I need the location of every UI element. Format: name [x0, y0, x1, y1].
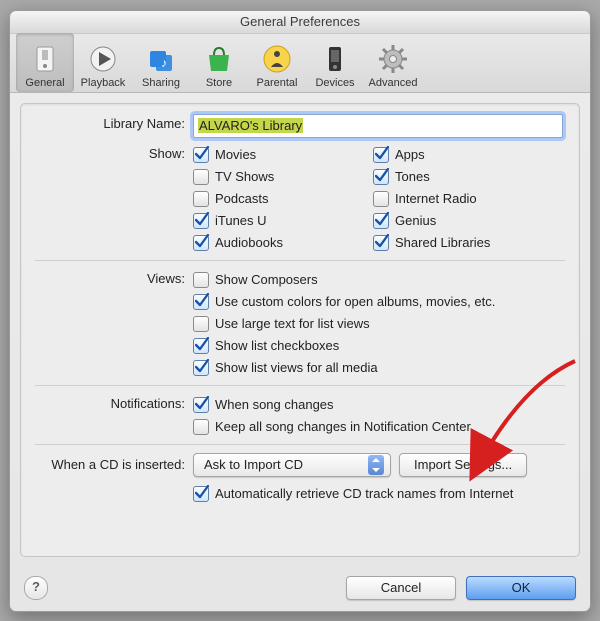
import-settings-label: Import Settings...	[414, 457, 512, 472]
cd-inserted-label: When a CD is inserted:	[35, 457, 193, 472]
tab-label: Sharing	[142, 77, 180, 89]
parental-icon	[261, 43, 293, 75]
views-show-composers-checkbox[interactable]	[193, 272, 209, 288]
views-use-large-text-for-list-views-checkbox[interactable]	[193, 316, 209, 332]
ok-label: OK	[512, 580, 531, 595]
tab-label: Playback	[81, 77, 126, 89]
show-audiobooks-checkbox[interactable]	[193, 235, 209, 251]
playback-icon	[87, 43, 119, 75]
notif-keep-all-song-changes-in-notification-center-label: Keep all song changes in Notification Ce…	[215, 419, 471, 434]
tab-store[interactable]: Store	[190, 33, 248, 92]
tab-devices[interactable]: Devices	[306, 33, 364, 92]
show-shared-libraries-checkbox[interactable]	[373, 235, 389, 251]
tab-playback[interactable]: Playback	[74, 33, 132, 92]
views-use-large-text-for-list-views-label: Use large text for list views	[215, 316, 370, 331]
views-show-list-checkboxes-checkbox[interactable]	[193, 338, 209, 354]
separator	[35, 260, 565, 261]
show-internet-radio-label: Internet Radio	[395, 191, 477, 206]
show-shared-libraries-label: Shared Libraries	[395, 235, 490, 250]
show-podcasts-label: Podcasts	[215, 191, 268, 206]
notifications-label: Notifications:	[35, 394, 193, 411]
show-label: Show:	[35, 144, 193, 161]
views-use-custom-colors-for-open-albums-movies-etc-label: Use custom colors for open albums, movie…	[215, 294, 495, 309]
tab-general[interactable]: General	[16, 33, 74, 92]
separator	[35, 444, 565, 445]
views-show-composers-label: Show Composers	[215, 272, 318, 287]
tab-label: Advanced	[369, 77, 418, 89]
tab-parental[interactable]: Parental	[248, 33, 306, 92]
show-movies-checkbox[interactable]	[193, 147, 209, 163]
cd-action-popup[interactable]: Ask to Import CD	[193, 453, 391, 477]
cancel-button[interactable]: Cancel	[346, 576, 456, 600]
tab-label: Devices	[315, 77, 354, 89]
library-name-label: Library Name:	[35, 114, 193, 131]
auto-retrieve-checkbox[interactable]	[193, 486, 209, 502]
gear-icon	[377, 43, 409, 75]
notif-keep-all-song-changes-in-notification-center-checkbox[interactable]	[193, 419, 209, 435]
cancel-label: Cancel	[381, 580, 421, 595]
show-tones-checkbox[interactable]	[373, 169, 389, 185]
sharing-icon: ♪	[145, 43, 177, 75]
tab-label: Store	[206, 77, 232, 89]
tab-advanced[interactable]: Advanced	[364, 33, 422, 92]
show-apps-checkbox[interactable]	[373, 147, 389, 163]
preferences-window: General Preferences General Playback	[9, 10, 591, 612]
tab-label: Parental	[257, 77, 298, 89]
show-itunes-u-label: iTunes U	[215, 213, 267, 228]
import-settings-button[interactable]: Import Settings...	[399, 453, 527, 477]
show-genius-label: Genius	[395, 213, 436, 228]
views-show-list-views-for-all-media-label: Show list views for all media	[215, 360, 378, 375]
show-movies-label: Movies	[215, 147, 256, 162]
tab-label: General	[25, 77, 64, 89]
general-icon	[29, 43, 61, 75]
library-name-input[interactable]: ALVARO's Library	[193, 114, 563, 138]
window-title: General Preferences	[10, 11, 590, 34]
cd-action-value: Ask to Import CD	[204, 457, 303, 472]
show-genius-checkbox[interactable]	[373, 213, 389, 229]
notif-when-song-changes-checkbox[interactable]	[193, 397, 209, 413]
svg-text:♪: ♪	[161, 56, 167, 70]
show-apps-label: Apps	[395, 147, 425, 162]
separator	[35, 385, 565, 386]
ok-button[interactable]: OK	[466, 576, 576, 600]
show-tones-label: Tones	[395, 169, 430, 184]
views-label: Views:	[35, 269, 193, 286]
popup-arrows-icon	[368, 455, 384, 475]
tab-sharing[interactable]: ♪ Sharing	[132, 33, 190, 92]
library-name-value: ALVARO's Library	[198, 118, 303, 133]
store-icon	[203, 43, 235, 75]
auto-retrieve-label: Automatically retrieve CD track names fr…	[215, 486, 513, 501]
devices-icon	[319, 43, 351, 75]
show-internet-radio-checkbox[interactable]	[373, 191, 389, 207]
show-podcasts-checkbox[interactable]	[193, 191, 209, 207]
views-show-list-checkboxes-label: Show list checkboxes	[215, 338, 339, 353]
views-show-list-views-for-all-media-checkbox[interactable]	[193, 360, 209, 376]
help-button[interactable]: ?	[24, 576, 48, 600]
show-tv-shows-checkbox[interactable]	[193, 169, 209, 185]
notif-when-song-changes-label: When song changes	[215, 397, 334, 412]
views-use-custom-colors-for-open-albums-movies-etc-checkbox[interactable]	[193, 294, 209, 310]
show-itunes-u-checkbox[interactable]	[193, 213, 209, 229]
footer: ? Cancel OK	[10, 565, 590, 611]
show-audiobooks-label: Audiobooks	[215, 235, 283, 250]
show-tv-shows-label: TV Shows	[215, 169, 274, 184]
preferences-body: Library Name: ALVARO's Library Show: Mov…	[20, 103, 580, 557]
toolbar: General Playback ♪ Sharing	[10, 34, 590, 93]
